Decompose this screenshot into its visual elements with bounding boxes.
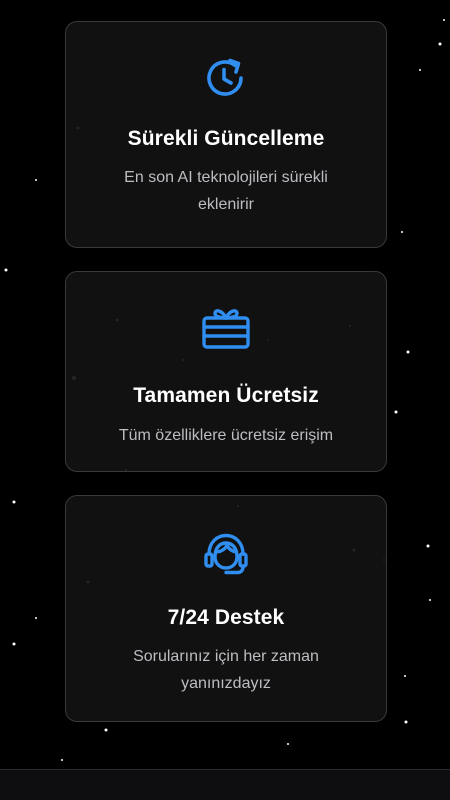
headset-support-icon: [204, 533, 248, 575]
feature-title: Sürekli Güncelleme: [127, 127, 325, 150]
feature-card-updates: Sürekli Güncelleme En son AI teknolojile…: [65, 21, 387, 248]
feature-card-support: 7/24 Destek Sorularınız için her zaman y…: [65, 495, 387, 722]
feature-description: Sorularınız için her zaman yanınızdayız: [133, 648, 319, 692]
feature-description: Tüm özelliklere ücretsiz erişim: [118, 427, 334, 444]
update-clock-icon: [207, 58, 243, 96]
bottom-bar: [0, 769, 450, 800]
features-screen: Sürekli Güncelleme En son AI teknolojile…: [0, 0, 450, 800]
gift-icon: [202, 309, 250, 349]
feature-description: En son AI teknolojileri sürekli ekleniri…: [124, 169, 328, 213]
feature-title: Tamamen Ücretsiz: [133, 384, 319, 407]
feature-title: 7/24 Destek: [167, 606, 285, 629]
feature-card-free: Tamamen Ücretsiz Tüm özelliklere ücretsi…: [65, 271, 387, 472]
